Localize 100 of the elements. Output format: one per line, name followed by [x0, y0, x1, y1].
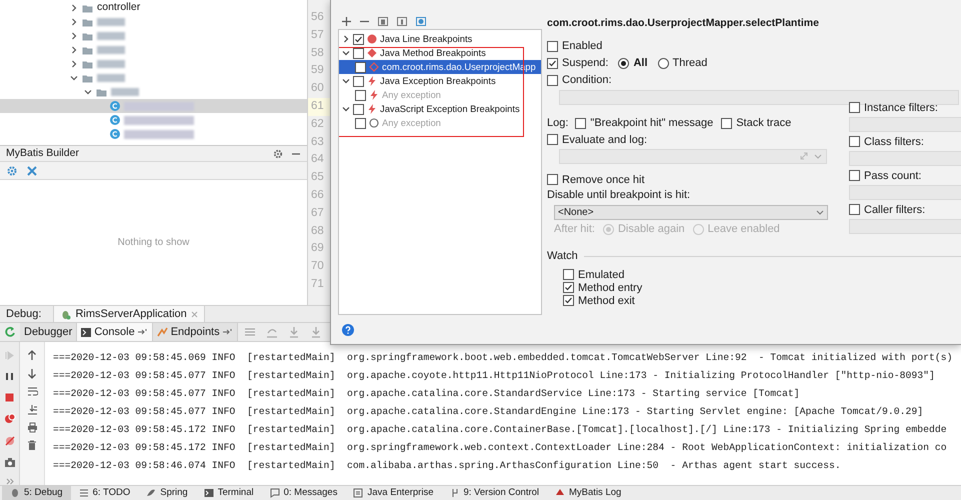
checkbox-label[interactable]: Class filters:: [864, 134, 924, 150]
radio-button[interactable]: [618, 58, 630, 69]
class-icon: [110, 129, 120, 139]
class-group-icon[interactable]: [416, 17, 426, 26]
help-icon[interactable]: [342, 324, 354, 336]
checkbox[interactable]: [849, 170, 860, 182]
tree-item-label[interactable]: JavaScript Exception Breakpoints: [380, 102, 520, 116]
trash-icon[interactable]: [27, 440, 37, 451]
checkbox-label[interactable]: "Breakpoint hit" message: [590, 115, 714, 132]
up-arrow-icon[interactable]: [27, 350, 37, 361]
radio-label[interactable]: Thread: [672, 55, 708, 72]
tab[interactable]: Endpoints: [152, 323, 238, 341]
mute-breakpoints-icon[interactable]: [4, 435, 16, 447]
breakpoints-icon[interactable]: [4, 413, 16, 425]
checkbox[interactable]: [563, 295, 574, 306]
checkbox[interactable]: [547, 174, 558, 186]
checkbox-label[interactable]: Caller filters:: [864, 202, 926, 218]
radio-label[interactable]: All: [633, 55, 648, 72]
pin-arrow-icon[interactable]: [138, 328, 148, 336]
soft-wrap-icon[interactable]: [26, 386, 38, 397]
down-arrow-icon[interactable]: [27, 368, 37, 379]
tools-icon[interactable]: [26, 164, 38, 176]
checkbox[interactable]: [547, 40, 558, 52]
redacted-text: [97, 60, 125, 68]
console-line: ===2020-12-03 09:58:45.069 INFO [restartedMain] org.springframework.boot.web.embedded.tomcat.TomcatWebServer Line:92 - Tomcat initialized with port(s): [53, 351, 953, 365]
tree-item-label[interactable]: Java Line Breakpoints: [380, 32, 472, 46]
pin-arrow-icon[interactable]: [222, 328, 233, 336]
folder-label[interactable]: controller: [97, 0, 140, 16]
checkbox[interactable]: [353, 34, 364, 44]
tool-window-tab[interactable]: Spring: [138, 486, 196, 500]
checkbox-label[interactable]: Evaluate and log:: [562, 132, 648, 148]
console-line: ===2020-12-03 09:58:45.172 INFO [restartedMain] org.apache.catalina.core.ContainerBase.[Tomcat].[localhost].[/] Line:173 - Initializing Spring embedde: [53, 423, 947, 437]
tool-window-tab[interactable]: 0: Messages: [262, 486, 346, 500]
group-icon[interactable]: [397, 17, 407, 26]
console-line: ===2020-12-03 09:58:45.077 INFO [restartedMain] org.apache.catalina.core.StandardService Line:173 - Starting service [Tomcat]: [53, 387, 800, 401]
tool-window-tab[interactable]: Terminal: [196, 486, 262, 500]
checkbox-label[interactable]: Suspend:: [562, 55, 608, 72]
redacted-text: [97, 46, 125, 54]
tool-window-tab[interactable]: 9: Version Control: [442, 486, 548, 500]
rerun-icon[interactable]: [4, 326, 16, 338]
checkbox[interactable]: [353, 76, 364, 86]
checkbox[interactable]: [575, 118, 586, 129]
print-icon[interactable]: [26, 422, 38, 433]
pause-icon[interactable]: [4, 371, 15, 382]
checkbox-label[interactable]: Condition:: [562, 72, 612, 88]
settings-icon[interactable]: [6, 164, 18, 176]
scroll-to-end-icon[interactable]: [26, 404, 38, 415]
add-icon[interactable]: [342, 17, 351, 26]
checkbox-label[interactable]: Instance filters:: [864, 100, 938, 116]
input-field[interactable]: [849, 218, 961, 234]
settings-icon[interactable]: [273, 148, 283, 158]
input-field[interactable]: [849, 150, 961, 166]
panel-title: MyBatis Builder: [6, 146, 79, 161]
group-icon[interactable]: [378, 17, 388, 26]
checkbox-label[interactable]: Enabled: [562, 38, 602, 54]
tree-item-label[interactable]: Java Method Breakpoints: [380, 46, 486, 60]
session-tab[interactable]: RimsServerApplication: [53, 306, 205, 322]
line-number: 66: [310, 188, 325, 203]
tab[interactable]: Debugger: [20, 323, 78, 341]
stop-icon[interactable]: [4, 392, 15, 403]
field-label: After hit:: [554, 222, 595, 237]
checkbox[interactable]: [849, 204, 860, 216]
dropdown[interactable]: <None>: [554, 204, 828, 220]
tool-window-tab[interactable]: 6: TODO: [70, 486, 138, 500]
section-label: Watch: [547, 248, 578, 264]
line-number: 70: [310, 259, 325, 274]
checkbox[interactable]: [563, 282, 574, 294]
input-field[interactable]: [559, 90, 959, 105]
checkbox[interactable]: [355, 62, 366, 72]
checkbox[interactable]: [721, 118, 732, 129]
console-line: ===2020-12-03 09:58:46.074 INFO [restartedMain] com.alibaba.arthas.spring.ArthasConfiguration Line:50 - Arthas agent start success.: [53, 459, 841, 473]
radio-button[interactable]: [658, 58, 669, 69]
checkbox-label[interactable]: Remove once hit: [562, 172, 645, 188]
input-field[interactable]: [849, 184, 961, 200]
folder-icon: [82, 4, 93, 12]
tool-window-tab[interactable]: MyBatis Log: [547, 486, 630, 500]
redacted-text: [111, 88, 139, 96]
checkbox-label[interactable]: Pass count:: [864, 168, 922, 184]
checkbox[interactable]: [353, 48, 364, 58]
camera-icon[interactable]: [4, 457, 16, 468]
checkbox[interactable]: [849, 136, 860, 148]
panel-label: Debug:: [6, 306, 42, 322]
tool-window-icon: [146, 488, 156, 498]
checkbox[interactable]: [353, 104, 364, 114]
checkbox[interactable]: [547, 58, 558, 69]
tool-window-tab[interactable]: 5: Debug: [2, 486, 71, 500]
console-icon: [81, 328, 92, 336]
tree-item-label[interactable]: Java Exception Breakpoints: [380, 74, 496, 88]
line-number: 57: [310, 28, 325, 43]
input-field[interactable]: [849, 116, 961, 132]
redacted-text: [97, 32, 125, 40]
checkbox[interactable]: [849, 102, 860, 114]
checkbox-label[interactable]: Stack trace: [736, 115, 792, 132]
line-number: 64: [310, 152, 325, 168]
checkbox[interactable]: [563, 269, 574, 280]
tab[interactable]: Console: [77, 323, 153, 341]
tool-window-tab[interactable]: Java Enterprise: [345, 486, 442, 500]
tool-window-icon: [555, 488, 566, 498]
checkbox[interactable]: [547, 74, 558, 86]
checkbox[interactable]: [547, 134, 558, 146]
